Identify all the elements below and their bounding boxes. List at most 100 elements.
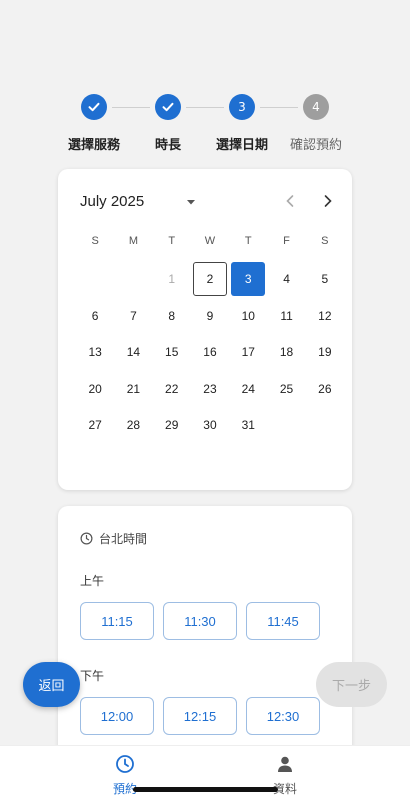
day-number: 9	[206, 308, 214, 323]
check-icon	[155, 94, 181, 120]
day-number: 12	[318, 308, 332, 323]
calendar-day[interactable]: 4	[267, 261, 305, 298]
calendar-week: 13 14 15 16 17 18 19	[76, 334, 344, 371]
calendar-day[interactable]: 24	[229, 371, 267, 408]
calendar-day[interactable]: 19	[306, 334, 344, 371]
calendar-day[interactable]: 5	[306, 261, 344, 298]
weekday-header: SMTWTFS	[76, 235, 344, 247]
calendar-day[interactable]: 30	[191, 407, 229, 444]
step-label: 確認預約	[289, 138, 342, 153]
calendar-card: July 2025 SMTWTFS 1 2 3 4 5 6 7 8 9 10 11 12 13 14 15 1…	[58, 169, 352, 490]
calendar-day[interactable]: 13	[76, 334, 114, 371]
step-confirm: 4 確認預約	[271, 94, 361, 153]
timezone-label: 台北時間	[80, 530, 147, 547]
calendar-day-selected[interactable]: 3	[229, 261, 267, 298]
calendar-day[interactable]: 9	[191, 298, 229, 335]
clock-icon	[80, 532, 93, 545]
day-number: 3	[231, 262, 266, 297]
day-number: 17	[241, 345, 255, 360]
check-icon	[81, 94, 107, 120]
day-number: 25	[279, 381, 294, 396]
weekday-label: T	[168, 235, 176, 247]
chevron-left-icon[interactable]	[280, 191, 300, 211]
step-number: 4	[303, 94, 329, 120]
calendar-week: 20 21 22 23 24 25 26	[76, 371, 344, 408]
time-slot[interactable]: 12:00	[80, 697, 154, 735]
calendar-day[interactable]: 16	[191, 334, 229, 371]
day-number: 26	[318, 381, 332, 396]
time-slot[interactable]: 12:30	[246, 697, 320, 735]
time-slot[interactable]: 11:45	[246, 602, 320, 640]
chevron-right-icon[interactable]	[318, 191, 338, 211]
calendar-day[interactable]: 18	[267, 334, 305, 371]
timezone-text: 台北時間	[99, 532, 148, 546]
day-number: 13	[88, 345, 102, 360]
day-number: 5	[321, 272, 329, 287]
next-button[interactable]: 下一步	[316, 662, 387, 707]
day-number: 7	[130, 308, 137, 323]
home-indicator	[133, 787, 278, 792]
day-number: 8	[168, 308, 176, 323]
day-number: 15	[165, 345, 179, 360]
calendar-day[interactable]: 17	[229, 334, 267, 371]
day-number: 27	[88, 418, 102, 433]
calendar-day[interactable]: 14	[114, 334, 152, 371]
clock-icon	[116, 755, 134, 773]
calendar-week: 27 28 29 30 31	[76, 407, 344, 444]
calendar-day[interactable]: 26	[306, 371, 344, 408]
calendar-day[interactable]: 15	[153, 334, 191, 371]
calendar-day-today[interactable]: 2	[191, 261, 229, 298]
day-number: 20	[88, 381, 102, 396]
weekday-label: S	[321, 235, 329, 247]
calendar-day[interactable]: 20	[76, 371, 114, 408]
day-number: 18	[279, 345, 294, 360]
calendar-day[interactable]: 7	[114, 298, 152, 335]
calendar-day[interactable]: 6	[76, 298, 114, 335]
calendar-day[interactable]: 21	[114, 371, 152, 408]
weekday-label: W	[204, 235, 216, 247]
day-number: 1	[168, 272, 176, 287]
calendar-day[interactable]: 11	[267, 298, 305, 335]
calendar-header: July 2025	[80, 191, 340, 211]
back-button[interactable]: 返回	[23, 662, 80, 707]
day-number: 4	[283, 272, 290, 287]
day-number: 31	[241, 418, 255, 433]
day-number: 16	[203, 345, 217, 360]
day-number: 19	[318, 345, 332, 360]
booking-stepper: 選擇服務 時長 3 選擇日期 4 確認預約	[0, 94, 410, 164]
calendar-day-disabled: 1	[153, 261, 191, 298]
weekday-label: S	[91, 235, 99, 247]
calendar-day[interactable]: 25	[267, 371, 305, 408]
weekday-label: F	[283, 235, 290, 247]
day-number: 22	[165, 381, 179, 396]
calendar-day[interactable]: 10	[229, 298, 267, 335]
day-number: 28	[126, 418, 141, 433]
time-slot[interactable]: 11:15	[80, 602, 154, 640]
calendar-grid: 1 2 3 4 5 6 7 8 9 10 11 12 13 14 15 16 17 18 19 20 21 22 23 24 2…	[76, 261, 344, 444]
calendar-day[interactable]: 8	[153, 298, 191, 335]
calendar-day[interactable]: 28	[114, 407, 152, 444]
calendar-week: 12345	[76, 261, 344, 298]
calendar-day[interactable]: 22	[153, 371, 191, 408]
time-slot[interactable]: 12:15	[163, 697, 237, 735]
morning-label: 上午	[80, 574, 105, 588]
day-number: 24	[241, 381, 255, 396]
time-slot[interactable]: 11:30	[163, 602, 237, 640]
weekday-label: M	[128, 235, 138, 247]
calendar-day[interactable]: 31	[229, 407, 267, 444]
person-icon	[278, 756, 292, 772]
day-number: 29	[165, 418, 179, 433]
day-number: 6	[91, 308, 99, 323]
calendar-day[interactable]: 29	[153, 407, 191, 444]
calendar-day[interactable]: 27	[76, 407, 114, 444]
day-number: 21	[126, 381, 141, 396]
calendar-day[interactable]: 12	[306, 298, 344, 335]
weekday-label: T	[244, 235, 252, 247]
day-number: 30	[203, 418, 217, 433]
day-number: 2	[192, 262, 227, 297]
calendar-day[interactable]: 23	[191, 371, 229, 408]
day-number: 14	[126, 345, 141, 360]
caret-down-icon[interactable]	[184, 194, 198, 208]
day-number: 23	[203, 381, 217, 396]
month-label[interactable]: July 2025	[80, 193, 144, 210]
